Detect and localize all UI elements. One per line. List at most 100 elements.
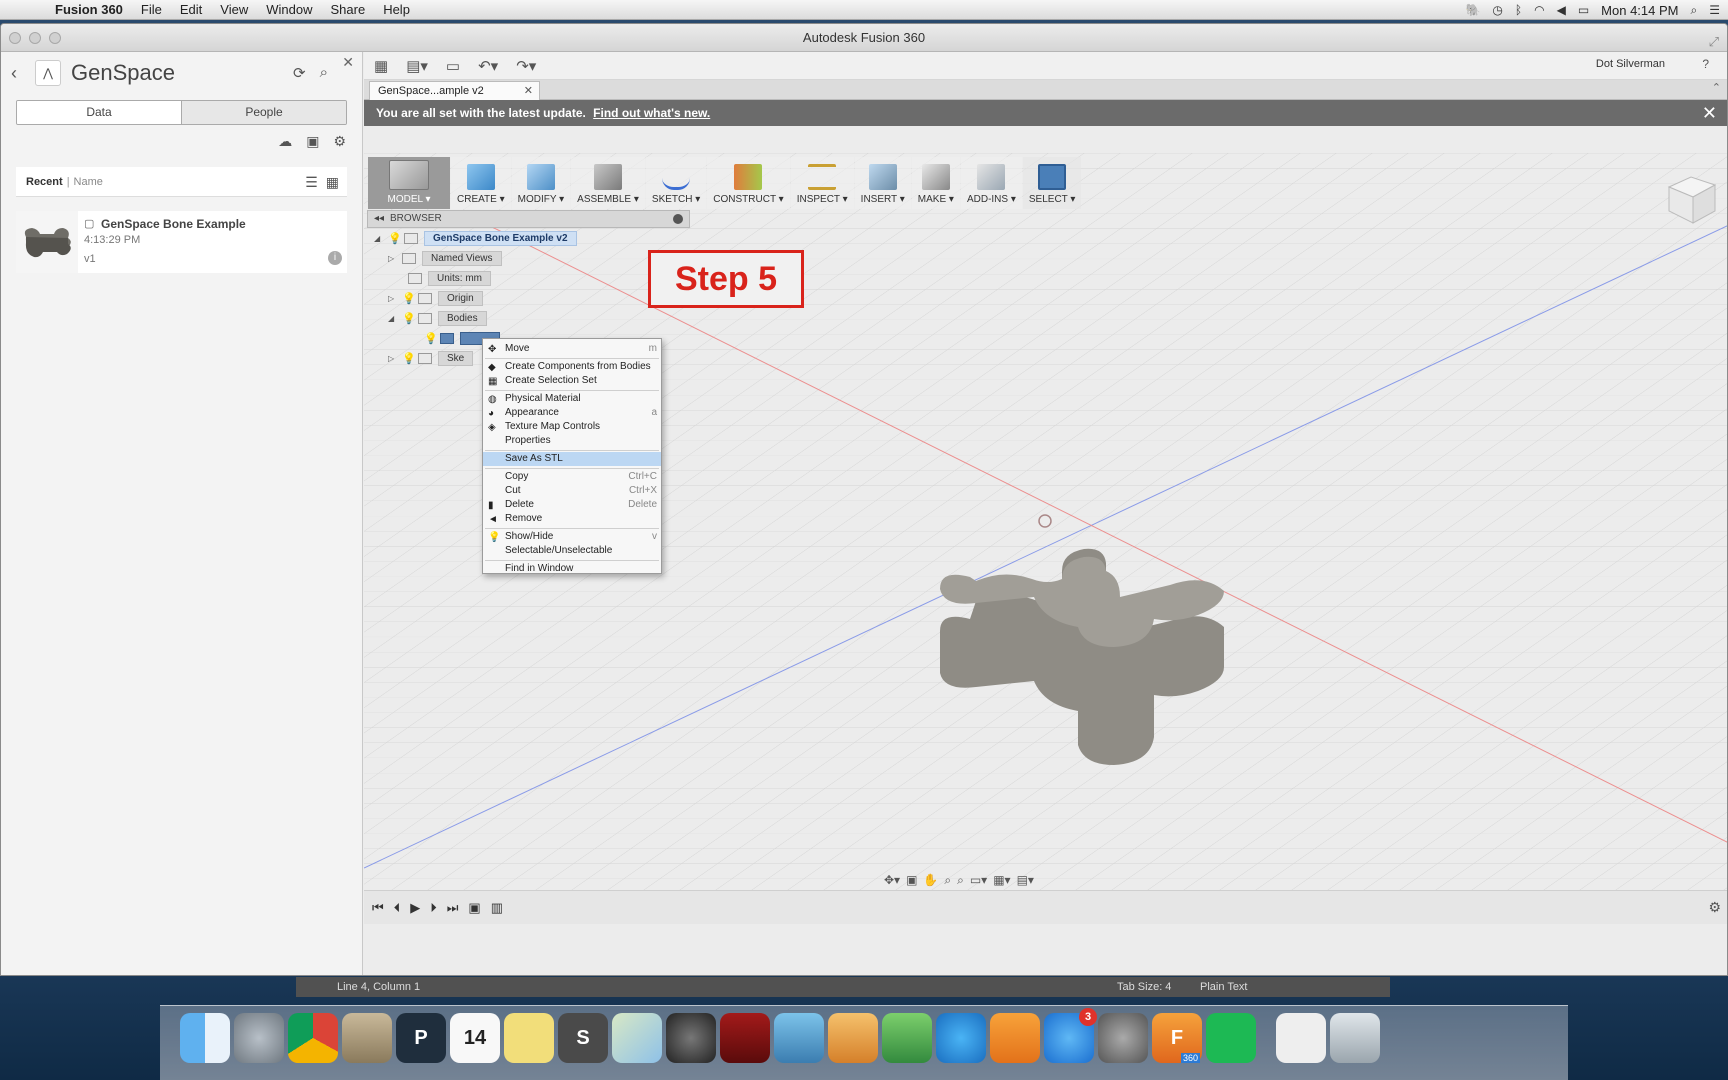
new-folder-icon[interactable]: ▣ — [306, 133, 319, 159]
timeline-marker-icon[interactable]: ▥ — [491, 900, 503, 916]
menu-item-properties[interactable]: Properties — [483, 434, 661, 448]
tree-bodies[interactable]: ◢ 💡 Bodies — [388, 310, 487, 327]
file-menu-icon[interactable]: ▤▾ — [406, 57, 428, 75]
zoom-icon[interactable]: ⌕ — [944, 873, 951, 888]
app-menu[interactable]: Fusion 360 — [46, 2, 132, 17]
canvas-viewport[interactable]: MODEL CREATE MODIFY ASSEMBLE SKETCH CONS… — [364, 153, 1727, 890]
close-tab-icon[interactable]: ✕ — [524, 82, 533, 100]
document-tab[interactable]: GenSpace...ample v2 ✕ — [369, 81, 540, 101]
tree-named-views[interactable]: ▷ Named Views — [388, 250, 502, 267]
dock-sublime-text-icon[interactable]: S — [558, 1013, 608, 1063]
close-banner-icon[interactable]: ✕ — [1702, 100, 1717, 126]
collapse-chevron-icon[interactable]: ⌃ — [1712, 81, 1721, 94]
zoom-window-button[interactable] — [49, 32, 61, 44]
time-machine-icon[interactable]: ◷ — [1492, 3, 1502, 17]
menu-item-copy[interactable]: Copy Ctrl+C — [483, 470, 661, 484]
orbit-icon[interactable]: ✥▾ — [884, 873, 900, 887]
look-at-icon[interactable]: ▣ — [906, 873, 917, 887]
visibility-bulb-icon[interactable]: 💡 — [424, 332, 440, 345]
ribbon-create[interactable]: CREATE — [451, 157, 511, 209]
dock-trash-icon[interactable] — [1330, 1013, 1380, 1063]
tab-data[interactable]: Data — [17, 101, 181, 124]
menu-item-physical-material[interactable]: ◍ Physical Material — [483, 392, 661, 406]
browser-panel-header[interactable]: ◂◂ BROWSER — [367, 210, 690, 228]
evernote-icon[interactable]: 🐘 — [1465, 3, 1480, 17]
volume-icon[interactable]: ◀ — [1557, 3, 1566, 17]
dock-documents-icon[interactable] — [1276, 1013, 1326, 1063]
dock-chrome-icon[interactable] — [288, 1013, 338, 1063]
menu-item-move[interactable]: ✥ Move m — [483, 342, 661, 356]
redo-icon[interactable]: ↷▾ — [516, 57, 536, 75]
ribbon-inspect[interactable]: INSPECT — [790, 157, 854, 209]
back-arrow-icon[interactable]: ‹ — [11, 63, 35, 84]
visibility-bulb-icon[interactable]: 💡 — [402, 352, 418, 365]
search-icon[interactable]: ⌕ — [320, 64, 328, 82]
menu-item-remove[interactable]: ◄ Remove — [483, 512, 661, 526]
timeline-end-icon[interactable]: ⏭ — [447, 900, 459, 916]
file-card[interactable]: ▢ GenSpace Bone Example 4:13:29 PM v1 i — [16, 211, 347, 273]
sort-name[interactable]: Name — [74, 176, 103, 188]
viewcube[interactable] — [1657, 165, 1721, 229]
timeline-settings-gear-icon[interactable]: ⚙ — [1708, 899, 1721, 916]
user-menu[interactable]: Dot Silverman — [1596, 58, 1665, 70]
menu-item-create-components-from-bodies[interactable]: ◆ Create Components from Bodies — [483, 360, 661, 374]
grid-view-icon[interactable]: ▦ — [326, 174, 339, 191]
undo-icon[interactable]: ↶▾ — [478, 57, 498, 75]
expand-triangle-icon[interactable]: ▷ — [388, 254, 402, 263]
dock-calendar-icon[interactable]: 14 — [450, 1013, 500, 1063]
menu-item-appearance[interactable]: ◕ Appearance a — [483, 406, 661, 420]
dock-app-store-icon[interactable]: 3 — [1044, 1008, 1097, 1063]
collapse-triangle-icon[interactable]: ◢ — [388, 314, 402, 323]
file-version[interactable]: v1 — [84, 253, 96, 265]
hub-icon[interactable]: ⋀ — [35, 60, 61, 86]
dock-system-preferences-icon[interactable] — [1098, 1013, 1148, 1063]
menu-item-find-in-window[interactable]: Find in Window — [483, 562, 661, 576]
expand-triangle-icon[interactable]: ▷ — [388, 294, 402, 303]
dock-itunes-icon[interactable] — [936, 1013, 986, 1063]
bluetooth-icon[interactable]: ᛒ — [1515, 3, 1522, 17]
tree-root[interactable]: ◢ 💡 GenSpace Bone Example v2 — [374, 230, 577, 247]
menu-help[interactable]: Help — [374, 2, 419, 17]
dock-notes-icon[interactable] — [504, 1013, 554, 1063]
save-icon[interactable]: ▭ — [446, 57, 460, 75]
pan-icon[interactable]: ✋ — [923, 873, 938, 887]
dock-photo-booth-icon[interactable] — [720, 1013, 770, 1063]
viewports-icon[interactable]: ▤▾ — [1017, 873, 1034, 887]
dock-iphoto-icon[interactable] — [774, 1013, 824, 1063]
menu-item-selectable-unselectable[interactable]: Selectable/Unselectable — [483, 544, 661, 558]
dock-maps-icon[interactable] — [612, 1013, 662, 1063]
tree-sketches[interactable]: ▷ 💡 Ske — [388, 350, 474, 367]
menu-item-texture-map-controls[interactable]: ◈ Texture Map Controls — [483, 420, 661, 434]
menubar-clock[interactable]: Mon 4:14 PM — [1601, 3, 1678, 18]
dock-mail-icon[interactable] — [342, 1013, 392, 1063]
ribbon-insert[interactable]: INSERT — [854, 157, 911, 209]
dock-finder-icon[interactable] — [180, 1013, 230, 1063]
dock-pages-icon[interactable] — [828, 1013, 878, 1063]
sort-recent[interactable]: Recent — [26, 176, 63, 188]
dock-fusion-360-icon[interactable]: F 360 — [1152, 1013, 1202, 1063]
menu-window[interactable]: Window — [257, 2, 321, 17]
menu-item-cut[interactable]: Cut Ctrl+X — [483, 484, 661, 498]
dock-spotify-icon[interactable] — [1206, 1013, 1256, 1063]
timeline-forward-icon[interactable]: ⏵ — [430, 900, 437, 916]
timeline-back-icon[interactable]: ⏴ — [394, 900, 401, 916]
expand-triangle-icon[interactable]: ◢ — [374, 234, 388, 243]
timeline-play-icon[interactable]: ▶ — [410, 900, 420, 916]
tree-origin[interactable]: ▷ 💡 Origin — [388, 290, 483, 307]
tree-units[interactable]: Units: mm — [408, 270, 491, 287]
menu-view[interactable]: View — [211, 2, 257, 17]
timeline-feature-icon[interactable]: ▣ — [468, 900, 480, 916]
syntax-mode[interactable]: Plain Text — [1200, 977, 1248, 997]
spotlight-search-icon[interactable]: ⌕ — [1691, 3, 1698, 18]
dock-facetime-icon[interactable] — [666, 1013, 716, 1063]
menu-item-show-hide[interactable]: 💡 Show/Hide v — [483, 530, 661, 544]
cloud-upload-icon[interactable]: ☁ — [278, 133, 292, 159]
grid-settings-icon[interactable]: ▦▾ — [993, 873, 1010, 887]
menu-item-save-as-stl[interactable]: Save As STL — [483, 452, 661, 466]
visibility-bulb-icon[interactable]: 💡 — [402, 312, 418, 325]
dock-ibooks-icon[interactable] — [990, 1013, 1040, 1063]
notification-list-icon[interactable]: ☰ — [1709, 3, 1720, 17]
menu-item-delete[interactable]: ▮ Delete Delete — [483, 498, 661, 512]
close-panel-icon[interactable]: ✕ — [342, 54, 354, 71]
dock-launchpad-icon[interactable] — [234, 1013, 284, 1063]
